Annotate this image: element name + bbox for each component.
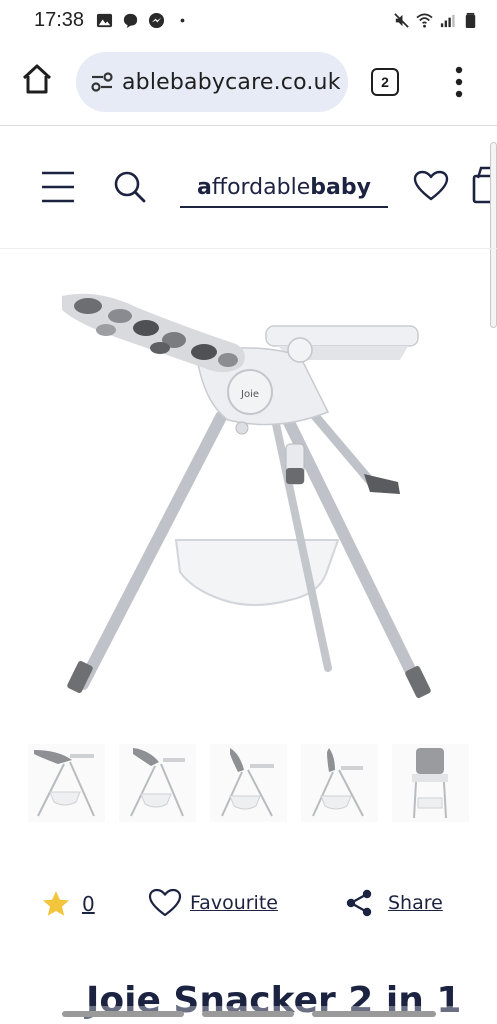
status-left-icons xyxy=(96,12,191,29)
thumbnail-3[interactable] xyxy=(210,744,287,822)
signal-icon xyxy=(440,14,455,27)
wishlist-heart-icon[interactable] xyxy=(413,170,449,202)
status-right-icons xyxy=(393,12,479,29)
page-scrollbar[interactable] xyxy=(490,142,497,328)
browser-toolbar: ablebabycare.co.uk 2 xyxy=(0,42,497,122)
chat-bubble-icon xyxy=(123,13,138,28)
highchair-illustration: Joie xyxy=(62,293,431,698)
home-icon[interactable] xyxy=(20,62,54,96)
thumbnail-5[interactable] xyxy=(392,744,469,822)
tab-switcher-button[interactable]: 2 xyxy=(371,68,399,96)
header-divider xyxy=(0,248,497,249)
share-label[interactable]: Share xyxy=(388,892,443,914)
wifi-icon xyxy=(416,13,433,28)
hamburger-menu-icon[interactable] xyxy=(42,170,74,204)
heart-icon xyxy=(148,888,182,917)
search-icon[interactable] xyxy=(113,170,147,204)
product-main-image[interactable]: Joie xyxy=(28,282,468,722)
gesture-pill-left[interactable] xyxy=(62,1011,184,1017)
favourite-button[interactable]: Favourite xyxy=(148,888,278,918)
tab-count: 2 xyxy=(381,74,389,90)
favourite-label[interactable]: Favourite xyxy=(190,892,278,914)
site-settings-icon[interactable] xyxy=(90,71,114,93)
share-button[interactable]: Share xyxy=(344,888,443,918)
thumbnail-1[interactable] xyxy=(28,744,105,822)
site-logo[interactable]: a ffordable baby xyxy=(180,168,388,208)
star-icon xyxy=(43,891,69,916)
battery-icon xyxy=(465,12,476,28)
share-icon xyxy=(346,889,372,917)
status-bar: 17:38 xyxy=(0,0,497,40)
gesture-pill-center[interactable] xyxy=(202,1011,294,1017)
logo-initial: a xyxy=(197,174,212,200)
thumbnail-4[interactable] xyxy=(301,744,378,822)
status-time: 17:38 xyxy=(34,8,85,31)
mute-icon xyxy=(394,12,409,28)
brand-mark: Joie xyxy=(240,389,259,400)
thumbnail-strip xyxy=(28,744,469,824)
site-header: a ffordable baby xyxy=(0,126,497,248)
logo-regular-text: ffordable xyxy=(211,174,311,200)
url-text[interactable]: ablebabycare.co.uk xyxy=(122,70,341,95)
rating[interactable]: 0 xyxy=(42,890,95,917)
gesture-pill-right[interactable] xyxy=(312,1011,436,1017)
messenger-icon xyxy=(149,12,165,28)
product-actions: 0 Favourite Share xyxy=(0,880,497,930)
address-bar[interactable]: ablebabycare.co.uk xyxy=(76,52,348,112)
thumbnail-2[interactable] xyxy=(119,744,196,822)
gesture-navigation-bar xyxy=(0,1006,497,1024)
logo-bold-text: baby xyxy=(310,174,371,200)
rating-count[interactable]: 0 xyxy=(82,892,95,916)
image-icon xyxy=(97,13,113,27)
more-options-icon[interactable] xyxy=(450,64,468,100)
dot-icon xyxy=(180,18,185,22)
